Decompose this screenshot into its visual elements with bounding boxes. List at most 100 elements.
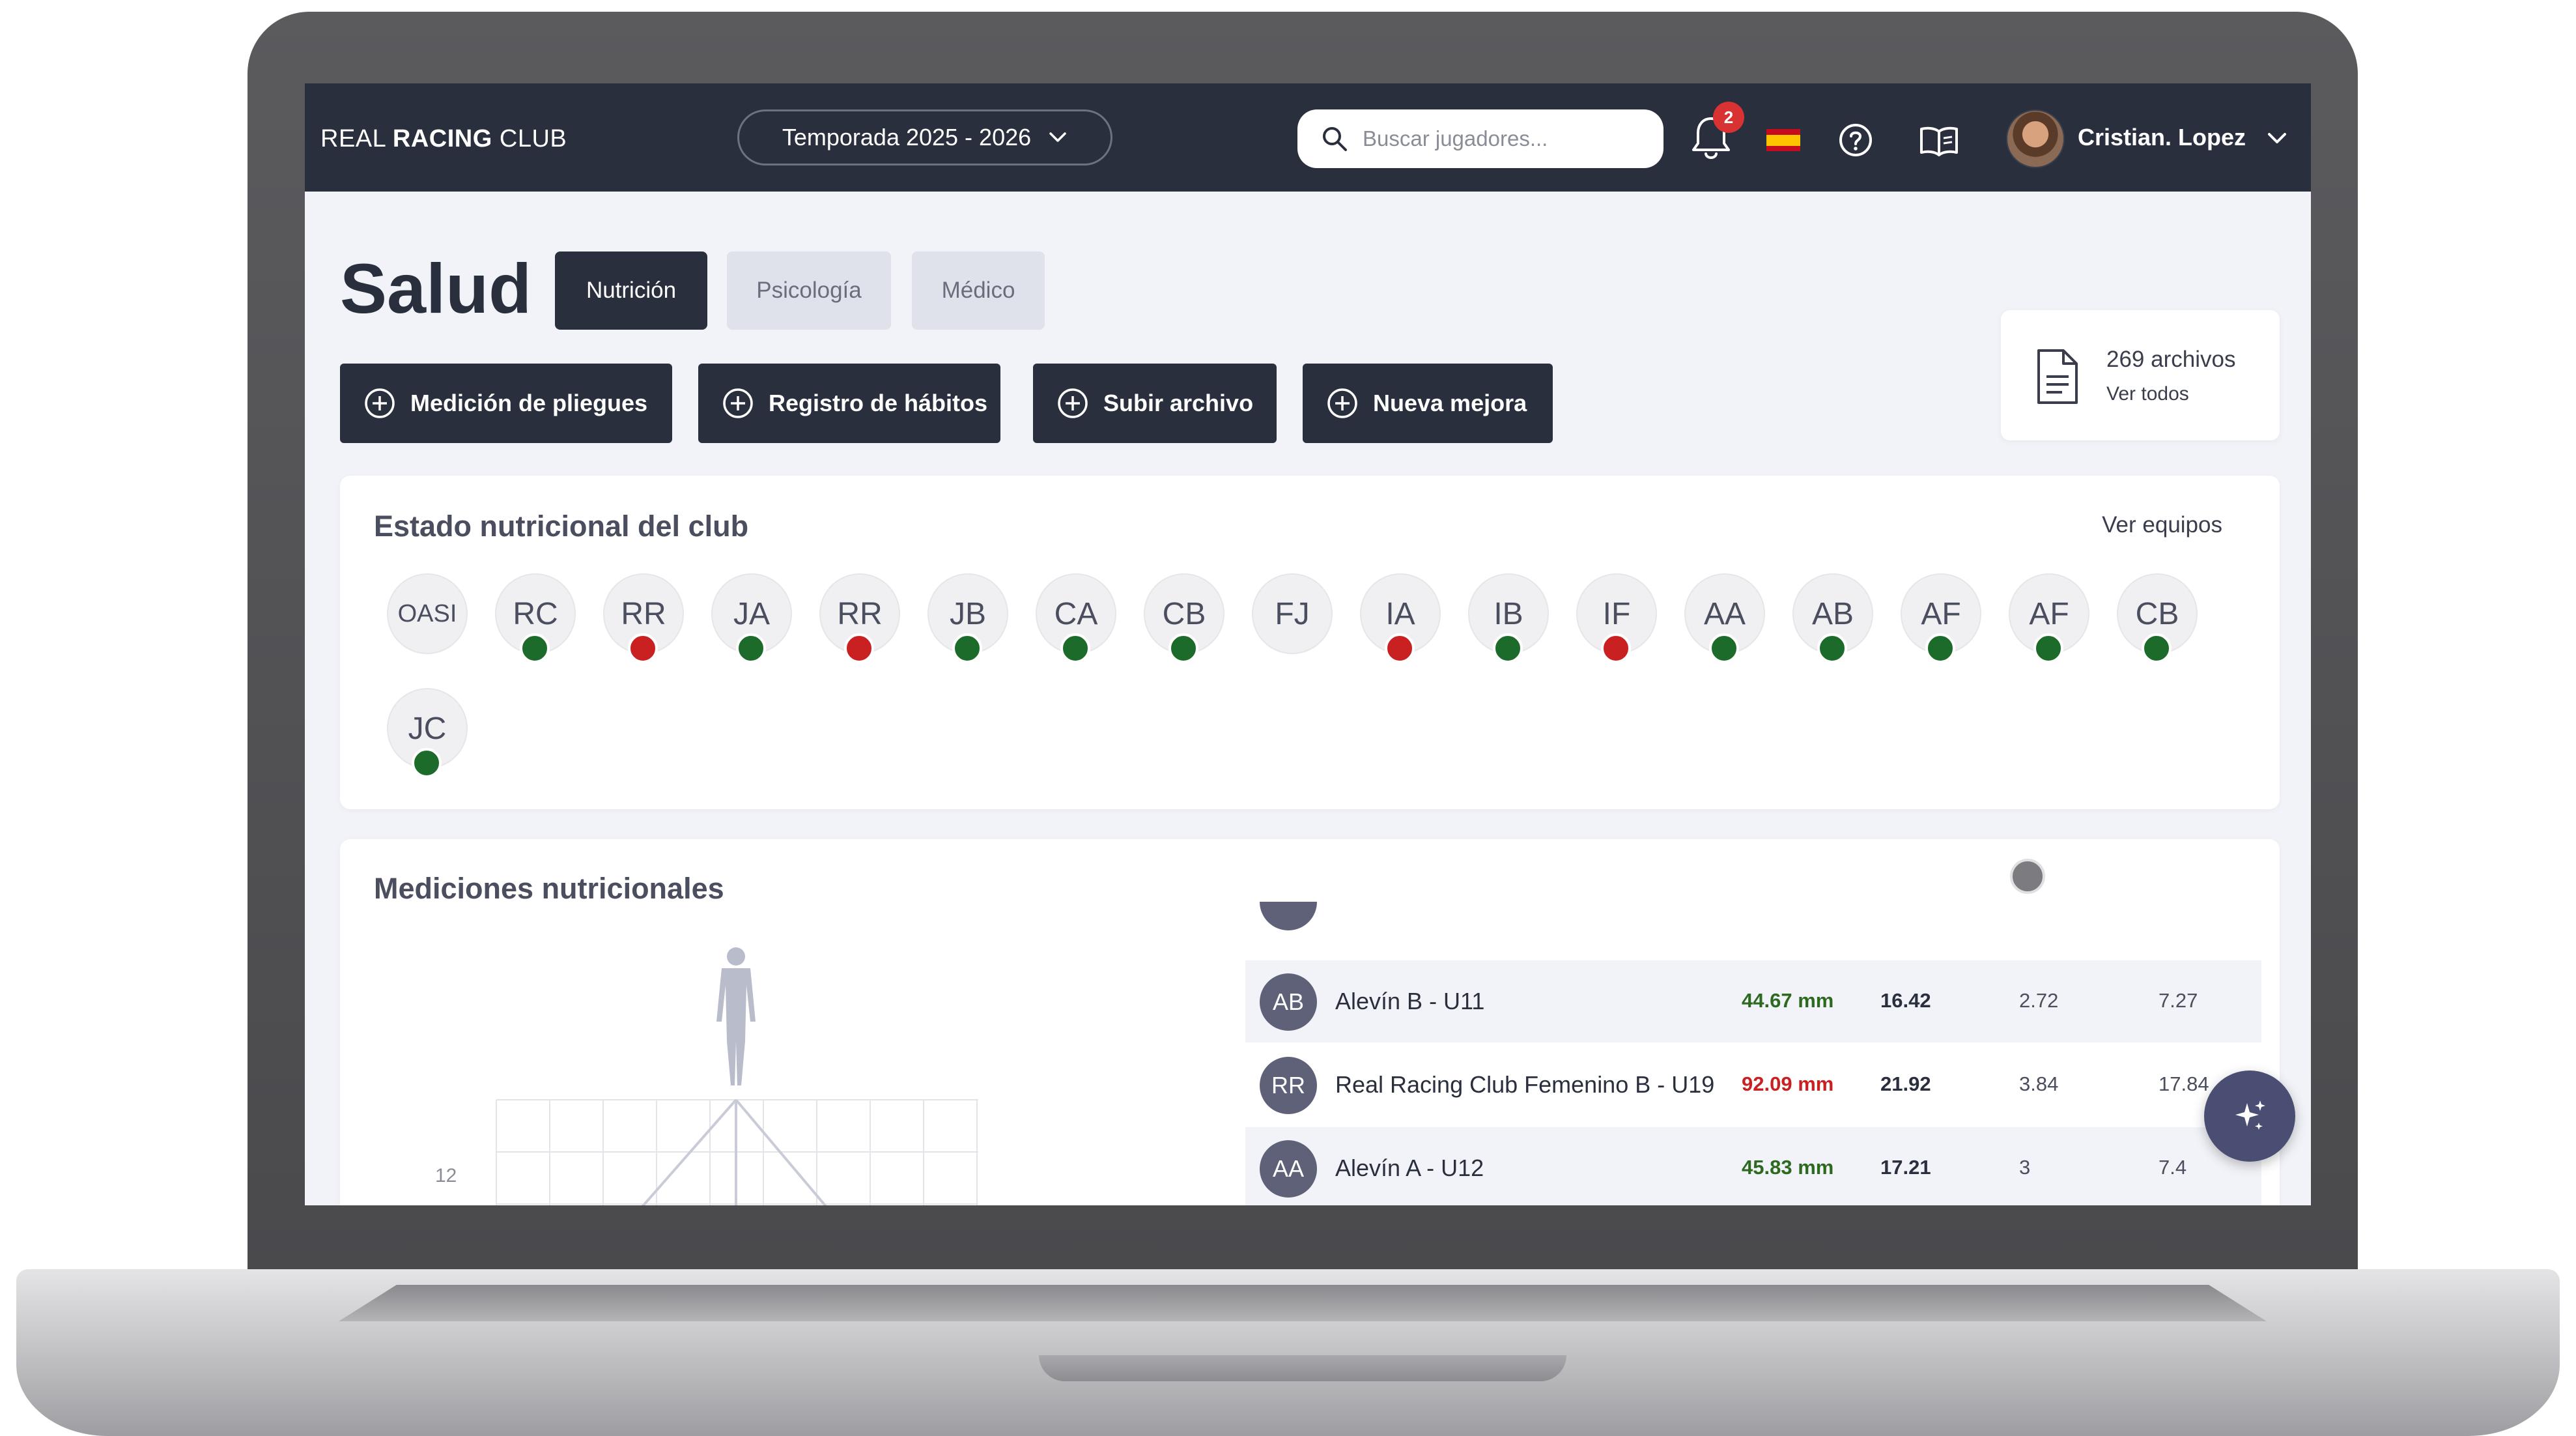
team-status-chip[interactable]: FJ xyxy=(1252,573,1333,654)
club-status-card: Estado nutricional del club Ver equipos … xyxy=(340,476,2280,809)
status-dot xyxy=(1385,633,1415,663)
status-dot xyxy=(736,633,766,663)
fold-sum-value: 44.67 mm xyxy=(1742,989,1834,1012)
value-col-3: 17.84 xyxy=(2158,1072,2209,1095)
button-label: Subir archivo xyxy=(1103,390,1254,416)
team-status-chip[interactable]: CA xyxy=(1036,573,1116,663)
brand-bold: RACING xyxy=(392,125,492,152)
status-dot xyxy=(1709,633,1739,663)
team-status-chip[interactable]: IA xyxy=(1360,573,1441,663)
tab-label: Psicología xyxy=(756,278,862,303)
team-status-chip[interactable]: JB xyxy=(927,573,1008,663)
team-status-chip[interactable]: IF xyxy=(1576,573,1657,663)
app-screen: REAL RACING CLUB Temporada 2025 - 2026 2 xyxy=(305,83,2311,1205)
status-dot xyxy=(1168,633,1198,663)
chart-axis-tick: 12 xyxy=(435,1165,457,1186)
laptop-hinge xyxy=(339,1285,2267,1321)
table-row[interactable]: AB Alevín B - U11 44.67 mm 16.42 2.72 7.… xyxy=(1245,960,2261,1042)
team-initials: FJ xyxy=(1252,573,1333,654)
document-icon xyxy=(2037,349,2078,404)
team-status-chip[interactable]: JA xyxy=(711,573,792,663)
view-teams-link[interactable]: Ver equipos xyxy=(2102,512,2222,538)
measurements-card: Mediciones nutricionales 12 AB Alevín B … xyxy=(340,839,2280,1205)
value-col-3: 7.27 xyxy=(2158,989,2198,1012)
plus-circle-icon xyxy=(1058,388,1088,418)
button-label: Medición de pliegues xyxy=(410,390,648,416)
team-status-chip[interactable]: RR xyxy=(819,573,900,663)
status-dot xyxy=(1060,633,1090,663)
top-navigation-bar: REAL RACING CLUB Temporada 2025 - 2026 2 xyxy=(305,83,2311,192)
club-status-title: Estado nutricional del club xyxy=(374,510,749,543)
tab-nutricion[interactable]: Nutrición xyxy=(555,251,707,330)
help-icon[interactable] xyxy=(1838,122,1873,158)
fold-sum-value: 92.09 mm xyxy=(1742,1072,1834,1095)
team-avatar: AB xyxy=(1260,973,1317,1031)
status-dot xyxy=(412,748,442,778)
plus-circle-icon xyxy=(723,388,753,418)
spain-flag-icon[interactable] xyxy=(1766,129,1800,151)
club-logo-text[interactable]: REAL RACING CLUB xyxy=(320,125,567,153)
view-all-files-link[interactable]: Ver todos xyxy=(2106,383,2189,405)
season-label: Temporada 2025 - 2026 xyxy=(782,124,1032,151)
files-count: 269 archivos xyxy=(2106,347,2236,372)
button-label: Registro de hábitos xyxy=(769,390,988,416)
human-figure-icon xyxy=(716,947,756,1085)
tab-psicologia[interactable]: Psicología xyxy=(727,251,891,330)
team-status-chip[interactable]: AF xyxy=(1901,573,1981,663)
value-col-1: 21.92 xyxy=(1880,1072,1931,1095)
files-summary-card[interactable]: 269 archivos Ver todos xyxy=(2001,310,2280,440)
team-status-chip[interactable]: RC xyxy=(495,573,576,663)
table-row[interactable]: AA Alevín A - U12 45.83 mm 17.21 3 7.4 xyxy=(1245,1127,2261,1205)
habits-log-button[interactable]: Registro de hábitos xyxy=(698,364,1000,443)
status-dot xyxy=(520,633,550,663)
tab-medico[interactable]: Médico xyxy=(912,251,1045,330)
status-dot xyxy=(844,633,874,663)
status-dot xyxy=(1601,633,1631,663)
open-book-icon[interactable] xyxy=(1919,125,1959,156)
measure-folds-button[interactable]: Medición de pliegues xyxy=(340,364,672,443)
team-status-chip[interactable]: CB xyxy=(1144,573,1224,663)
plus-circle-icon xyxy=(365,388,395,418)
search-input[interactable] xyxy=(1361,126,1637,152)
season-selector[interactable]: Temporada 2025 - 2026 xyxy=(737,109,1112,165)
status-dot xyxy=(1817,633,1847,663)
new-improvement-button[interactable]: Nueva mejora xyxy=(1303,364,1553,443)
ai-assistant-button[interactable] xyxy=(2204,1070,2295,1162)
team-status-chip[interactable]: IB xyxy=(1468,573,1549,663)
search-icon xyxy=(1323,127,1347,151)
value-col-2: 3.84 xyxy=(2019,1072,2059,1095)
team-initials: OASI xyxy=(387,573,468,654)
fold-sum-value: 45.83 mm xyxy=(1742,1156,1834,1179)
user-avatar[interactable] xyxy=(2006,109,2065,168)
team-name: Alevín B - U11 xyxy=(1335,988,1485,1014)
value-col-3: 7.4 xyxy=(2158,1156,2187,1179)
status-dot xyxy=(1493,633,1523,663)
measurements-title: Mediciones nutricionales xyxy=(374,872,724,905)
user-menu-chevron-icon[interactable] xyxy=(2265,129,2289,149)
team-avatar: AA xyxy=(1260,1140,1317,1198)
team-status-chip[interactable]: OASI xyxy=(387,573,468,654)
team-status-chip[interactable]: CB xyxy=(2117,573,2198,663)
team-status-chip[interactable]: RR xyxy=(603,573,684,663)
user-name[interactable]: Cristian. Lopez xyxy=(2078,124,2246,151)
laptop-notch xyxy=(1039,1355,1566,1381)
team-avatar: RR xyxy=(1260,1057,1317,1114)
team-status-chip[interactable]: AF xyxy=(2009,573,2089,663)
partial-row-avatar xyxy=(1260,902,1317,930)
status-dot xyxy=(952,633,982,663)
team-name: Alevín A - U12 xyxy=(1335,1155,1484,1181)
search-box[interactable] xyxy=(1297,109,1663,168)
page-title: Salud xyxy=(340,249,532,328)
value-col-1: 16.42 xyxy=(1880,989,1931,1012)
team-status-chip[interactable]: AA xyxy=(1684,573,1765,663)
team-status-chip[interactable]: AB xyxy=(1792,573,1873,663)
upload-file-button[interactable]: Subir archivo xyxy=(1033,364,1277,443)
value-col-1: 17.21 xyxy=(1880,1156,1931,1179)
team-status-chip[interactable]: JC xyxy=(387,688,468,778)
table-row[interactable]: RR Real Racing Club Femenino B - U19 92.… xyxy=(1245,1044,2261,1126)
value-col-2: 2.72 xyxy=(2019,989,2059,1012)
team-name: Real Racing Club Femenino B - U19 xyxy=(1335,1071,1715,1098)
brand-prefix: REAL xyxy=(320,125,386,152)
value-col-2: 3 xyxy=(2019,1156,2031,1179)
tab-label: Nutrición xyxy=(586,278,677,303)
